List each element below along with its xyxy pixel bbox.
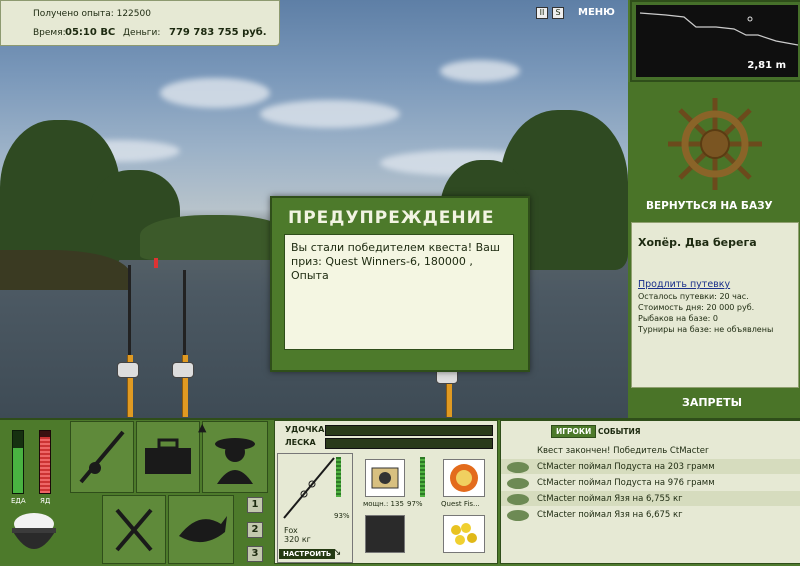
corn-bait-icon — [451, 523, 477, 545]
food-tools-slot[interactable] — [102, 495, 166, 564]
depth-value: 2,81 m — [747, 60, 786, 71]
knife-fork-icon — [115, 508, 153, 552]
rod-tip — [128, 265, 131, 355]
fish-icon — [507, 478, 529, 489]
pause-icon[interactable]: II — [536, 7, 548, 19]
lure-cell[interactable] — [443, 459, 485, 497]
reel-2 — [172, 362, 194, 378]
fish-icon — [179, 516, 227, 543]
food-pot-icon[interactable] — [6, 508, 62, 562]
event-text: CtMacter поймал Подуста на 203 грамм — [537, 462, 715, 472]
permit-time-left: Осталось путевки: 20 час. — [638, 292, 749, 301]
return-to-base-button[interactable]: ВЕРНУТЬСЯ НА БАЗУ — [646, 200, 773, 212]
rod-reel-icon — [79, 430, 125, 484]
base-name: Хопёр. Два берега — [638, 236, 757, 249]
event-text: Квест закончен! Победитель CtMacter — [537, 446, 709, 456]
cloud — [440, 60, 520, 82]
rod-condition: 93% — [334, 512, 350, 520]
setup-button[interactable]: НАСТРОИТЬ — [279, 549, 336, 559]
resize-arrow-icon[interactable]: ↘ — [333, 547, 341, 558]
depth-line — [639, 12, 798, 46]
reel-condition: 97% — [407, 500, 423, 508]
poison-meter-fill — [40, 437, 50, 493]
rod-tip — [183, 270, 186, 355]
poison-meter — [39, 430, 51, 494]
base-info-card: Хопёр. Два берега Продлить путевку Остал… — [631, 222, 799, 388]
lure-icon — [450, 464, 478, 492]
dialog-message: Вы стали победителем квеста! Ваш приз: Q… — [291, 241, 500, 282]
menu-button[interactable]: МЕНЮ — [578, 7, 615, 18]
line-strength-bar — [325, 438, 493, 449]
tab-3[interactable]: 3 — [247, 546, 263, 562]
event-text: CtMacter поймал Язя на 6,675 кг — [537, 510, 683, 520]
bait-cell[interactable] — [443, 515, 485, 553]
cloud — [160, 78, 270, 108]
dialog-message-box: Вы стали победителем квеста! Ваш приз: Q… — [284, 234, 514, 350]
tackle-box-icon — [145, 438, 191, 474]
sound-icon[interactable]: S — [552, 7, 564, 19]
reel-condition-bar — [420, 457, 425, 497]
depth-panel: 2,81 m — [630, 0, 800, 82]
food-label: ЕДА — [11, 497, 26, 505]
bobber — [154, 258, 158, 268]
tackle-box-slot[interactable] — [136, 421, 200, 493]
money-label: Деньги: — [123, 28, 161, 38]
food-meter-fill — [13, 448, 23, 493]
tackle-slot[interactable] — [70, 421, 134, 493]
tab-players[interactable]: ИГРОКИ — [551, 425, 597, 438]
event-row: CtMacter поймал Подуста на 203 грамм — [507, 460, 795, 475]
float-marker — [747, 16, 753, 22]
experience-text: Получено опыта: 122500 — [33, 9, 151, 19]
money-value: 779 783 755 руб. — [169, 27, 267, 38]
rod-label: УДОЧКА — [285, 425, 325, 434]
warning-dialog[interactable]: ПРЕДУПРЕЖДЕНИЕ Вы стали победителем квес… — [270, 196, 530, 372]
time-value: 05:10 ВС — [65, 27, 116, 38]
rod-cell[interactable]: Fox 320 кг 93% — [277, 453, 353, 563]
cloud — [260, 100, 400, 128]
rod-strength-bar — [325, 425, 493, 436]
events-panel: ИГРОКИ СОБЫТИЯ Квест закончен! Победител… — [500, 420, 800, 564]
character-slot[interactable] — [202, 421, 268, 493]
tab-1[interactable]: 1 — [247, 497, 263, 513]
rod-condition-bar — [336, 457, 341, 497]
dialog-title: ПРЕДУПРЕЖДЕНИЕ — [288, 208, 495, 228]
hook-cell[interactable] — [365, 515, 405, 553]
poison-label: ЯД — [40, 497, 51, 505]
trees-far — [140, 215, 290, 260]
reel-icon — [371, 467, 399, 489]
tournaments-info: Турниры на базе: не объявлены — [638, 325, 774, 334]
fisherman-icon — [215, 438, 255, 484]
tackle-panel: УДОЧКА ЛЕСКА Fox 320 кг 93% мощн.: 135 9… — [274, 420, 498, 564]
rod-icon — [283, 457, 335, 519]
fish-icon — [507, 510, 529, 521]
event-text: CtMacter поймал Подуста на 976 грамм — [537, 478, 715, 488]
reel-power: мощн.: 135 — [363, 500, 404, 508]
food-meter — [12, 430, 24, 494]
fish-icon — [507, 462, 529, 473]
player-info-panel: Получено опыта: 122500 Время: 05:10 ВС Д… — [0, 0, 280, 46]
rod-name: Fox — [284, 526, 298, 535]
tab-2[interactable]: 2 — [247, 522, 263, 538]
reel-1 — [117, 362, 139, 378]
fish-slot[interactable] — [168, 495, 234, 564]
tab-events[interactable]: СОБЫТИЯ — [598, 427, 641, 436]
fishers-count: Рыбаков на базе: 0 — [638, 314, 718, 323]
time-label: Время: — [33, 28, 66, 38]
event-row: CtMacter поймал Язя на 6,675 кг — [507, 508, 795, 523]
extend-permit-link[interactable]: Продлить путевку — [638, 279, 730, 290]
fish-icon — [507, 494, 529, 505]
ship-wheel-icon[interactable] — [660, 92, 770, 196]
reel-cell[interactable] — [365, 459, 405, 497]
event-row: CtMacter поймал Язя на 6,755 кг — [507, 492, 795, 507]
day-cost: Стоимость дня: 20 000 руб. — [638, 303, 755, 312]
line-label: ЛЕСКА — [285, 438, 316, 447]
bans-button[interactable]: ЗАПРЕТЫ — [682, 396, 742, 409]
event-row: CtMacter поймал Подуста на 976 грамм — [507, 476, 795, 491]
event-text: CtMacter поймал Язя на 6,755 кг — [537, 494, 683, 504]
rod-weight: 320 кг — [284, 535, 311, 544]
cursor-arrow-icon: ▲ — [198, 421, 207, 434]
event-row: Квест закончен! Победитель CtMacter — [507, 444, 795, 459]
lure-name: Quest Fis... — [441, 500, 480, 508]
